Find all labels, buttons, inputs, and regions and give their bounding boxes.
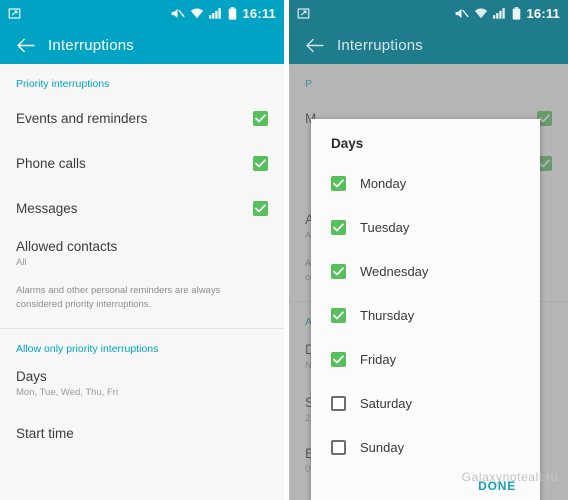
section-header-allow-only-priority-interruptions: Allow only priority interruptions <box>16 342 159 355</box>
signal-icon <box>493 7 507 19</box>
list-item-label: Messages <box>16 201 78 216</box>
status-time: 16:11 <box>526 5 560 21</box>
dialog-option-thursday[interactable]: Thursday <box>311 293 540 337</box>
list-item-label: Days <box>16 368 47 384</box>
list-item-days[interactable]: Days Mon, Tue, Wed, Thu, Fri <box>0 361 284 408</box>
list-item-start-time[interactable]: Start time <box>0 408 284 451</box>
list-item-phone-calls[interactable]: Phone calls <box>0 141 284 186</box>
back-arrow-icon[interactable] <box>12 32 38 58</box>
right-app-bar: Interruptions <box>289 26 568 64</box>
page-title: Interruptions <box>337 36 423 54</box>
dialog-option-saturday[interactable]: Saturday <box>311 381 540 425</box>
list-item-label: Start time <box>16 425 74 441</box>
section-header-priority-interruptions: Priority interruptions <box>16 78 110 90</box>
signal-icon <box>209 7 223 19</box>
screenshot-icon <box>297 7 310 20</box>
priority-interruptions-note: Alarms and other personal reminders are … <box>16 285 221 310</box>
right-settings-list: P M A All Al co Al <box>289 64 568 500</box>
checkbox-events-and-reminders[interactable] <box>253 111 268 126</box>
checkbox-phone-calls[interactable] <box>253 156 268 171</box>
dialog-option-label: Sunday <box>360 439 405 455</box>
screenshot-icon <box>8 7 21 20</box>
checkbox-saturday[interactable] <box>331 395 346 411</box>
watermark: Galaxynoteall.ru <box>461 470 558 484</box>
list-item-allowed-contacts[interactable]: Allowed contacts All <box>0 231 284 278</box>
dialog-option-friday[interactable]: Friday <box>311 337 540 381</box>
days-dialog: Days Monday Tuesday Wednesday Thursday F… <box>311 119 540 500</box>
wifi-icon <box>474 7 488 19</box>
checkbox-thursday[interactable] <box>331 307 346 323</box>
dialog-option-tuesday[interactable]: Tuesday <box>311 205 540 249</box>
left-app-bar: Interruptions <box>0 26 284 64</box>
list-item-value: All <box>16 257 27 268</box>
dialog-option-label: Friday <box>360 351 397 367</box>
dialog-option-monday[interactable]: Monday <box>311 161 540 205</box>
dialog-option-label: Monday <box>360 175 407 191</box>
battery-icon <box>228 6 237 20</box>
screenshot-stage: 16:11 Interruptions Priority interruptio… <box>0 0 568 500</box>
list-item-label: Allowed contacts <box>16 239 118 254</box>
left-status-bar: 16:11 <box>0 0 284 26</box>
mute-icon <box>170 7 186 20</box>
dialog-option-label: Saturday <box>360 395 413 411</box>
checkbox-wednesday[interactable] <box>331 263 346 279</box>
list-item-messages[interactable]: Messages <box>0 186 284 231</box>
left-phone-panel: 16:11 Interruptions Priority interruptio… <box>0 0 284 500</box>
left-settings-list: Priority interruptions Events and remind… <box>0 64 284 500</box>
right-status-bar: 16:11 <box>289 0 568 26</box>
list-item-label: Phone calls <box>16 156 86 171</box>
dialog-option-label: Wednesday <box>360 263 429 279</box>
wifi-icon <box>190 7 204 19</box>
dialog-option-wednesday[interactable]: Wednesday <box>311 249 540 293</box>
battery-icon <box>512 6 521 20</box>
right-phone-panel: 16:11 Interruptions P M <box>289 0 568 500</box>
mute-icon <box>454 7 470 20</box>
checkbox-messages[interactable] <box>253 201 268 216</box>
checkbox-monday[interactable] <box>331 175 346 191</box>
dialog-option-sunday[interactable]: Sunday <box>311 425 540 469</box>
list-item-label: Events and reminders <box>16 111 148 126</box>
page-title: Interruptions <box>48 36 134 54</box>
back-arrow-icon[interactable] <box>301 32 327 58</box>
checkbox-tuesday[interactable] <box>331 219 346 235</box>
dialog-title: Days <box>331 136 364 151</box>
checkbox-friday[interactable] <box>331 351 346 367</box>
checkbox-sunday[interactable] <box>331 439 346 455</box>
dialog-option-label: Tuesday <box>360 219 410 235</box>
list-item-value: Mon, Tue, Wed, Thu, Fri <box>16 386 119 398</box>
list-item-events-and-reminders[interactable]: Events and reminders <box>0 96 284 141</box>
dialog-option-label: Thursday <box>360 307 415 323</box>
status-time: 16:11 <box>242 5 276 21</box>
